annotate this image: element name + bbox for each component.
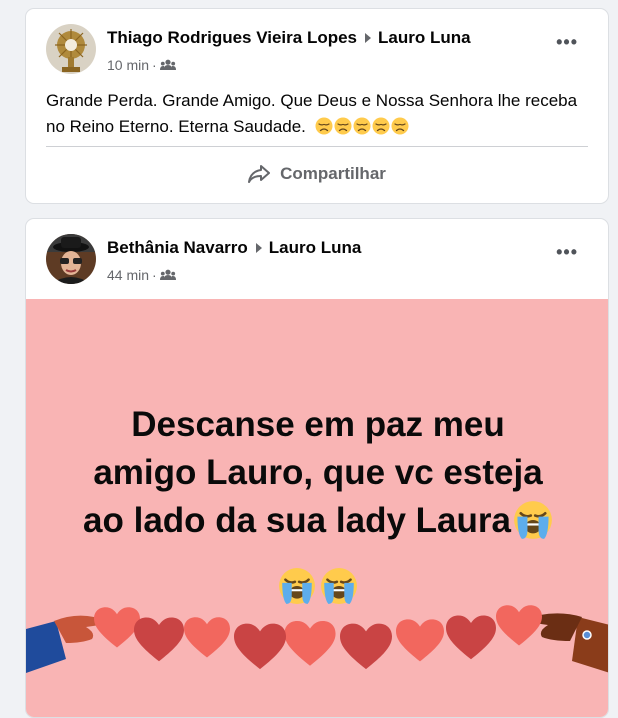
more-options-button[interactable]: •••: [556, 33, 578, 51]
heart-icon: [446, 615, 496, 660]
target-name[interactable]: Lauro Luna: [378, 28, 471, 48]
emoji-row: [315, 117, 409, 135]
post-image[interactable]: Descanse em paz meu amigo Lauro, que vc …: [26, 299, 609, 717]
disappointed-face-icon: [334, 117, 352, 135]
post-text-body: Grande Perda. Grande Amigo. Que Deus e N…: [46, 91, 578, 136]
left-hand: [26, 615, 102, 673]
author-line: Thiago Rodrigues Vieira Lopes Lauro Luna: [107, 28, 471, 48]
heart-icon: [340, 623, 392, 670]
more-options-button[interactable]: •••: [556, 243, 578, 261]
right-hand: [532, 613, 608, 673]
heart-icon: [94, 607, 140, 648]
heart-icon: [184, 617, 230, 658]
heart-icon: [396, 619, 444, 662]
meta-separator: ·: [152, 57, 157, 73]
divider: [46, 146, 588, 147]
avatar[interactable]: [46, 234, 96, 284]
author-name[interactable]: Thiago Rodrigues Vieira Lopes: [107, 28, 357, 48]
timestamp[interactable]: 10 min: [107, 57, 149, 73]
loudly-crying-face-icon: [513, 500, 553, 540]
author-name[interactable]: Bethânia Navarro: [107, 238, 248, 258]
post-card: Thiago Rodrigues Vieira Lopes Lauro Luna…: [25, 8, 609, 204]
author-line: Bethânia Navarro Lauro Luna: [107, 238, 361, 258]
group-icon: [159, 59, 176, 70]
post-meta: 44 min ·: [107, 267, 176, 283]
image-text-line: Descanse em paz meu: [131, 405, 505, 444]
arrow-right-icon: [255, 243, 262, 253]
heart-icon: [234, 623, 286, 670]
image-caption: Descanse em paz meu amigo Lauro, que vc …: [26, 401, 609, 545]
meta-separator: ·: [152, 267, 157, 283]
post-text: Grande Perda. Grande Amigo. Que Deus e N…: [46, 88, 586, 140]
heart-icon: [496, 605, 542, 646]
image-text-line: ao lado da sua lady Laura: [83, 501, 511, 540]
disappointed-face-icon: [353, 117, 371, 135]
target-name[interactable]: Lauro Luna: [269, 238, 362, 258]
share-button[interactable]: Compartilhar: [46, 153, 588, 195]
disappointed-face-icon: [315, 117, 333, 135]
share-label: Compartilhar: [280, 164, 386, 183]
image-text-line-with-emoji: ao lado da sua lady Laura: [26, 497, 609, 545]
timestamp[interactable]: 44 min: [107, 267, 149, 283]
arrow-right-icon: [365, 33, 372, 43]
post-header: Bethânia Navarro Lauro Luna 44 min · •••: [26, 219, 608, 289]
disappointed-face-icon: [372, 117, 390, 135]
heart-icon: [284, 621, 336, 666]
post-card: Bethânia Navarro Lauro Luna 44 min · •••…: [25, 218, 609, 718]
hearts-illustration: [26, 605, 608, 673]
group-icon: [159, 269, 176, 280]
image-text-line: amigo Lauro, que vc esteja: [93, 453, 543, 492]
disappointed-face-icon: [391, 117, 409, 135]
heart-icon: [134, 617, 184, 662]
share-icon: [248, 165, 271, 183]
post-meta: 10 min ·: [107, 57, 176, 73]
post-header: Thiago Rodrigues Vieira Lopes Lauro Luna…: [26, 9, 608, 79]
avatar[interactable]: [46, 24, 96, 74]
